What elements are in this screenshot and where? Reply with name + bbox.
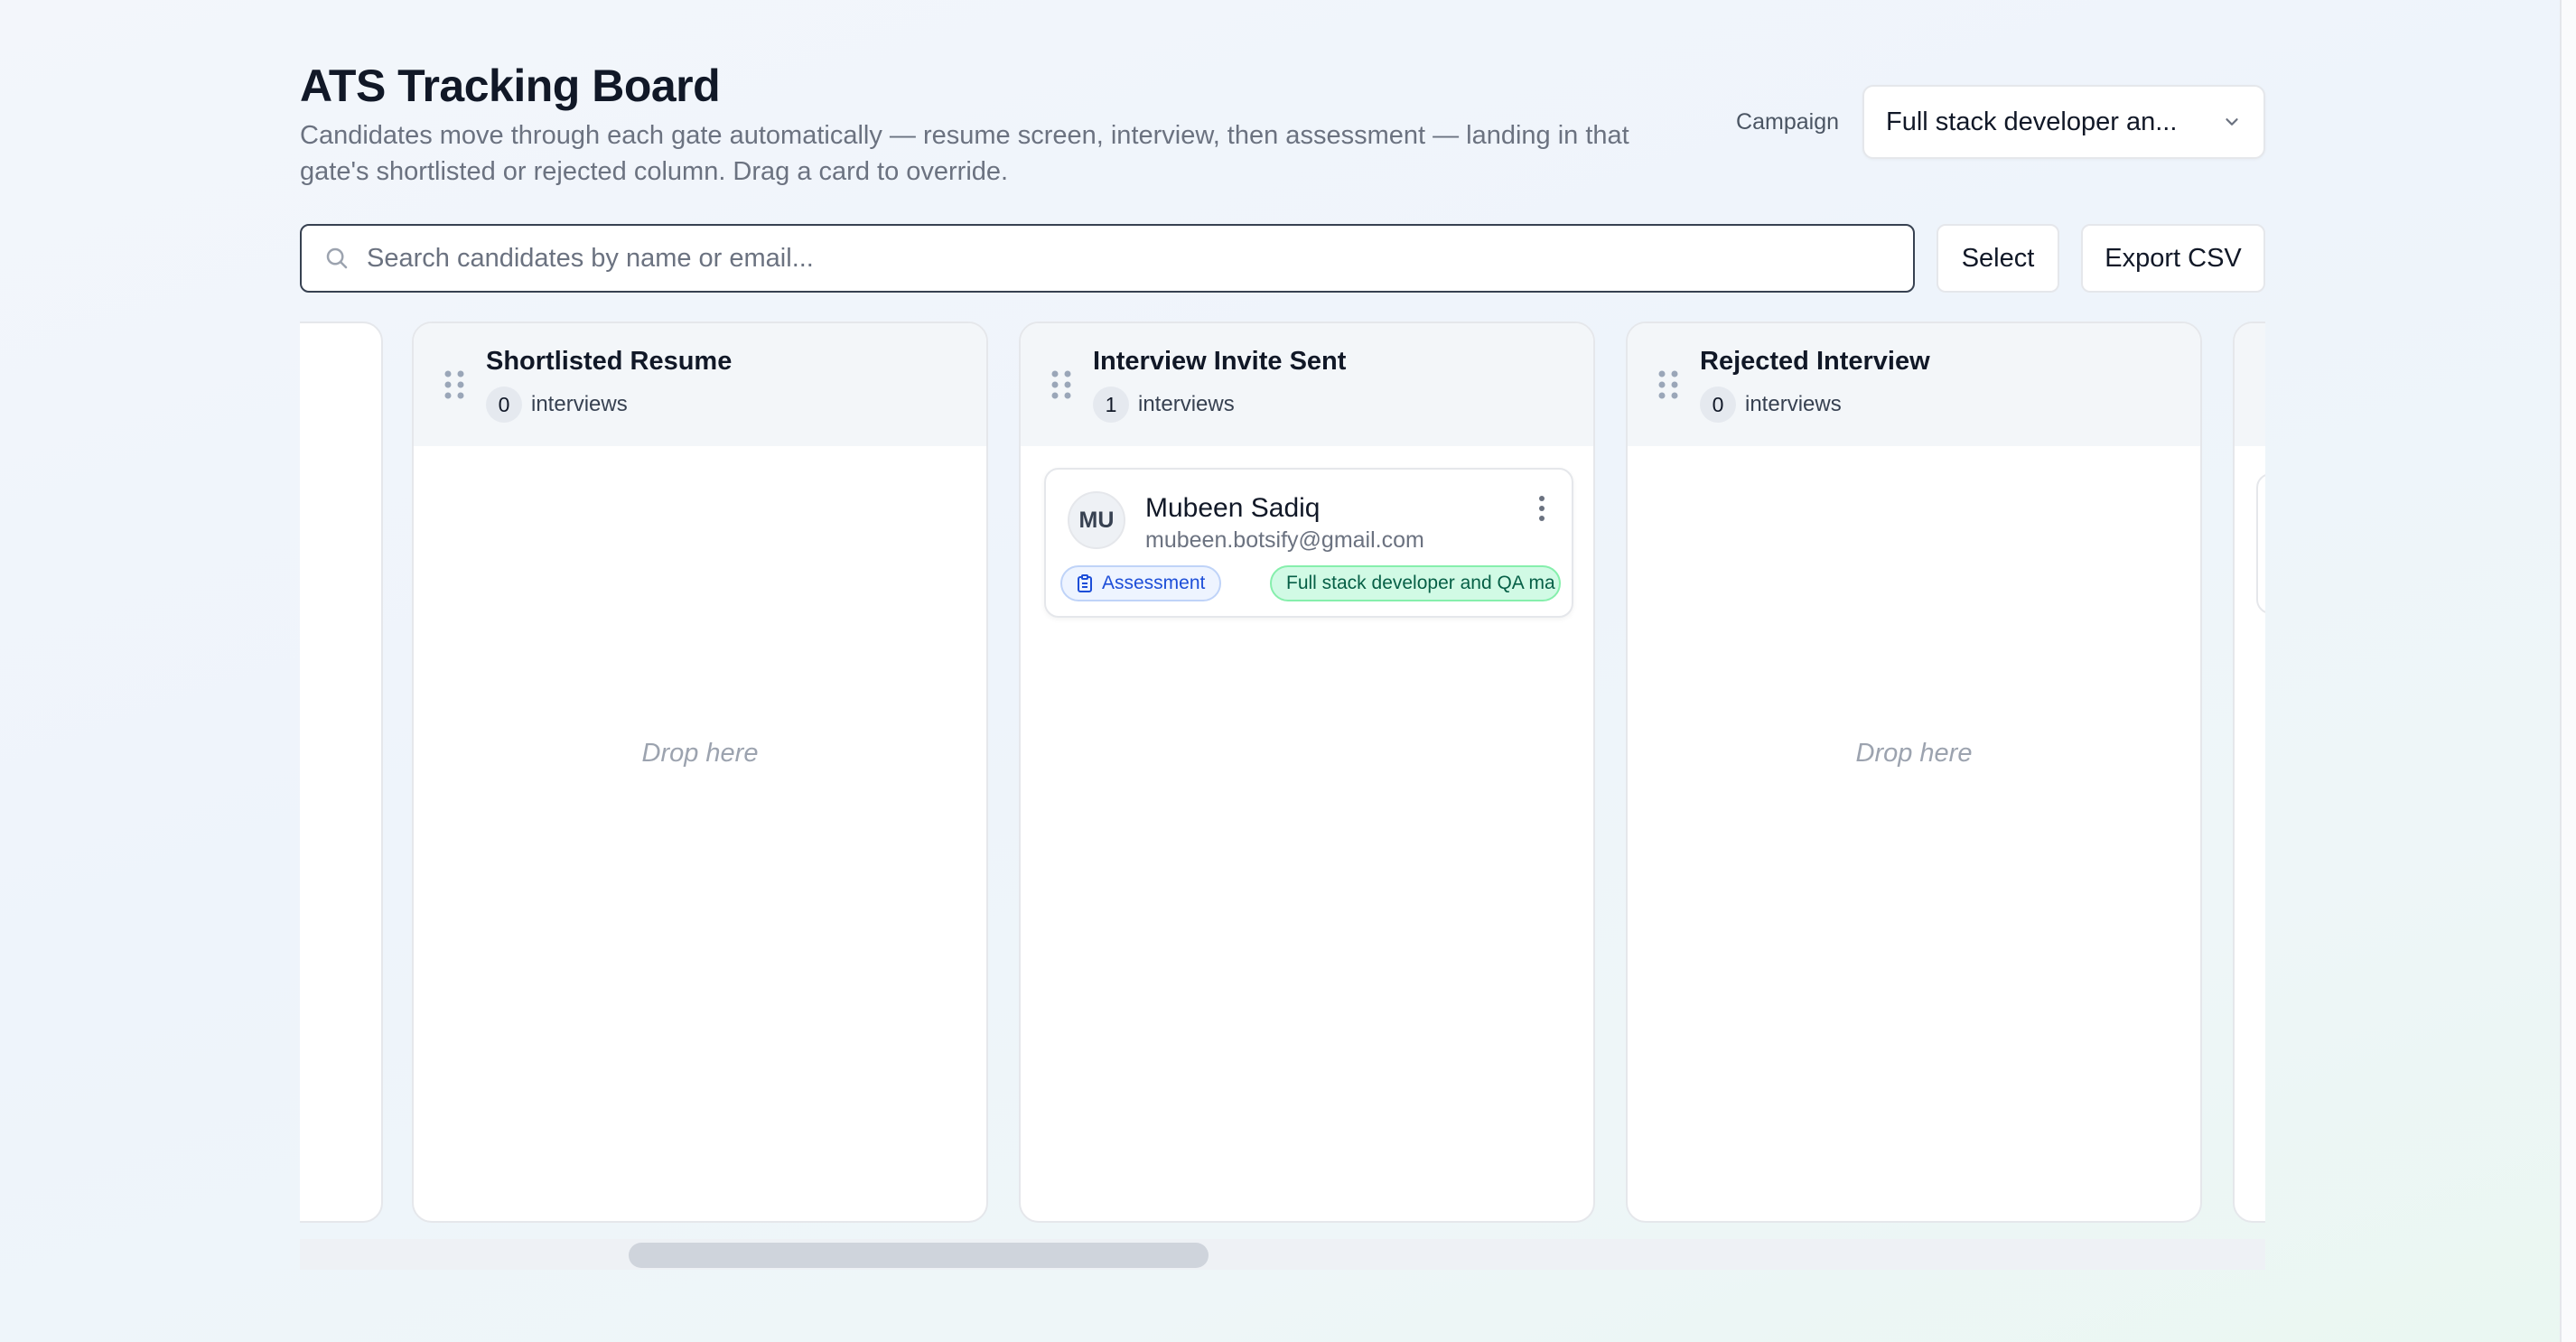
header-text: ATS Tracking Board Candidates move throu… <box>300 58 1691 190</box>
drag-handle-icon[interactable] <box>443 368 466 401</box>
export-csv-button[interactable]: Export CSV <box>2081 224 2265 293</box>
search-box[interactable] <box>300 224 1915 293</box>
count-badge: 0 <box>1700 387 1736 423</box>
column-meta: 0 interviews <box>486 387 732 423</box>
drop-zone-text: Drop here <box>1855 739 1973 768</box>
more-vertical-icon[interactable] <box>1537 495 1546 522</box>
page-title: ATS Tracking Board <box>300 61 721 111</box>
drag-handle-icon[interactable] <box>1050 368 1073 401</box>
column-meta: 1 interviews <box>1093 387 1346 423</box>
select-button[interactable]: Select <box>1937 224 2059 293</box>
column-partial-left <box>300 322 383 1223</box>
count-badge: 1 <box>1093 387 1129 423</box>
column-title: Interview Invite Sent <box>1093 347 1347 376</box>
campaign-select[interactable]: Full stack developer an... <box>1862 85 2265 159</box>
campaign-label: Campaign <box>1736 108 1839 135</box>
column-heading: Rejected Interview 0 interviews <box>1700 345 1930 423</box>
column-shortlisted-resume[interactable]: Shortlisted Resume 0 interviews Drop her… <box>412 322 988 1223</box>
chevron-down-icon <box>2226 118 2238 126</box>
column-partial-right <box>2233 322 2265 1223</box>
drag-handle-icon[interactable] <box>1657 368 1680 401</box>
column-heading: Shortlisted Resume 0 interviews <box>486 345 732 423</box>
campaign-select-value: Full stack developer an... <box>1886 107 2178 136</box>
search-icon <box>326 247 348 269</box>
campaign-tag: Full stack developer and QA ma <box>1270 565 1561 601</box>
toolbar: Select Export CSV <box>300 224 2265 293</box>
column-header: Interview Invite Sent 1 interviews <box>1021 323 1593 446</box>
candidate-card[interactable]: MU Mubeen Sadiq mubeen.botsify@gmail.com… <box>1044 468 1573 618</box>
drop-zone-text: Drop here <box>641 739 759 768</box>
column-title: Rejected Interview <box>1700 347 1930 376</box>
page-subtitle: Candidates move through each gate automa… <box>300 121 1629 186</box>
count-label: interviews <box>1138 392 1235 416</box>
vertical-scrollbar[interactable] <box>2560 0 2576 1342</box>
column-meta: 0 interviews <box>1700 387 1930 423</box>
campaign-picker: Campaign Full stack developer an... <box>1736 85 2265 159</box>
candidate-email: mubeen.botsify@gmail.com <box>1145 527 1424 553</box>
column-header: Rejected Interview 0 interviews <box>1628 323 2200 446</box>
horizontal-scrollbar[interactable] <box>300 1239 2265 1270</box>
count-label: interviews <box>531 392 628 416</box>
candidate-name: Mubeen Sadiq <box>1145 493 1321 523</box>
ats-board-page: ATS Tracking Board Candidates move throu… <box>300 58 2265 1270</box>
assessment-tag: Assessment <box>1060 565 1222 601</box>
column-title: Shortlisted Resume <box>486 347 733 376</box>
column-rejected-interview[interactable]: Rejected Interview 0 interviews Drop her… <box>1626 322 2202 1223</box>
avatar: MU <box>1068 491 1125 549</box>
count-badge: 0 <box>486 387 522 423</box>
count-label: interviews <box>1745 392 1842 416</box>
clipboard-icon <box>1078 574 1092 592</box>
column-heading: Interview Invite Sent 1 interviews <box>1093 345 1346 423</box>
scrollbar-thumb[interactable] <box>629 1243 1209 1268</box>
search-input[interactable] <box>367 243 1891 274</box>
assessment-tag-label: Assessment <box>1102 573 1206 593</box>
column-header: Shortlisted Resume 0 interviews <box>414 323 986 446</box>
page-header: ATS Tracking Board Candidates move throu… <box>300 58 2265 190</box>
kanban-board[interactable]: Shortlisted Resume 0 interviews Drop her… <box>300 322 2265 1225</box>
column-interview-invite-sent[interactable]: Interview Invite Sent 1 interviews MU Mu… <box>1019 322 1595 1223</box>
